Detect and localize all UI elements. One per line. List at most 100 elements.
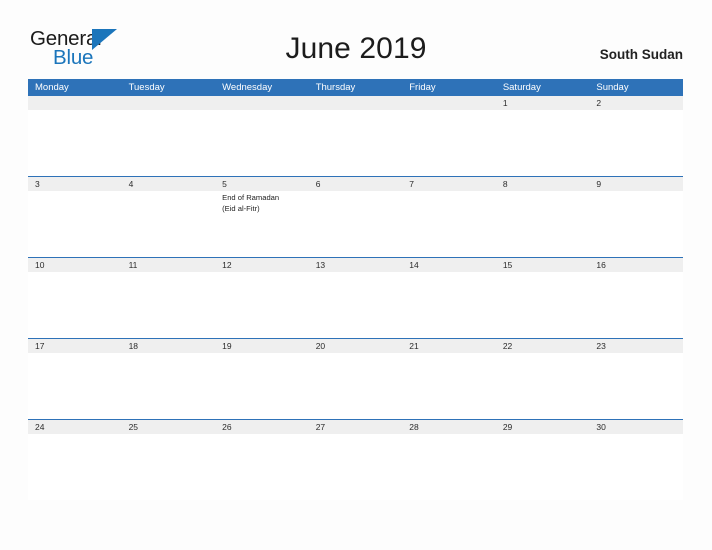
- day-number[interactable]: 1: [496, 96, 590, 110]
- day-number[interactable]: 12: [215, 258, 309, 272]
- week-date-band: 3456789: [28, 177, 683, 191]
- calendar-week-row: 24 25 26 27 28 29 30: [28, 419, 683, 500]
- day-cell[interactable]: [589, 272, 683, 338]
- day-event-text: End of Ramadan: [222, 193, 280, 202]
- day-number[interactable]: 4: [122, 177, 216, 191]
- week-body-row: [28, 353, 683, 419]
- week-body-row: [28, 272, 683, 338]
- day-cell[interactable]: [122, 191, 216, 257]
- day-cell: [309, 110, 403, 176]
- day-number[interactable]: 7: [402, 177, 496, 191]
- day-number[interactable]: 16: [589, 258, 683, 272]
- day-cell[interactable]: [309, 353, 403, 419]
- day-cell[interactable]: [496, 272, 590, 338]
- day-cell[interactable]: [28, 434, 122, 500]
- week-body-row: End of Ramadan (Eid al-Fitr): [28, 191, 683, 257]
- day-cell[interactable]: [215, 434, 309, 500]
- calendar-week-row: 10 11 12 13 14 15 16: [28, 257, 683, 338]
- day-cell[interactable]: [496, 110, 590, 176]
- calendar-page: General Blue June 2019 South Sudan Monda…: [0, 0, 712, 550]
- day-cell[interactable]: [402, 191, 496, 257]
- day-cell[interactable]: [309, 434, 403, 500]
- day-number[interactable]: 13: [309, 258, 403, 272]
- day-number[interactable]: 23: [589, 339, 683, 353]
- day-cell[interactable]: [28, 272, 122, 338]
- day-number[interactable]: 6: [309, 177, 403, 191]
- day-number[interactable]: 14: [402, 258, 496, 272]
- day-cell[interactable]: [309, 191, 403, 257]
- day-cell[interactable]: [122, 434, 216, 500]
- weekday-header-sunday: Sunday: [596, 82, 629, 93]
- day-cell[interactable]: [28, 353, 122, 419]
- day-cell[interactable]: [589, 191, 683, 257]
- day-number[interactable]: 22: [496, 339, 590, 353]
- day-cell[interactable]: [496, 434, 590, 500]
- day-number[interactable]: 15: [496, 258, 590, 272]
- day-cell[interactable]: [28, 191, 122, 257]
- day-cell[interactable]: [122, 272, 216, 338]
- day-cell[interactable]: [589, 353, 683, 419]
- day-number[interactable]: 29: [496, 420, 590, 434]
- weekday-header-monday: Monday: [35, 82, 69, 93]
- page-header: General Blue June 2019 South Sudan: [0, 0, 712, 78]
- day-number[interactable]: 2: [589, 96, 683, 110]
- day-number[interactable]: 28: [402, 420, 496, 434]
- day-number[interactable]: 11: [122, 258, 216, 272]
- day-number[interactable]: 24: [28, 420, 122, 434]
- week-date-band: 24 25 26 27 28 29 30: [28, 420, 683, 434]
- day-cell: [28, 110, 122, 176]
- day-number[interactable]: 17: [28, 339, 122, 353]
- day-number: [122, 96, 216, 110]
- day-cell: [122, 110, 216, 176]
- day-cell: [402, 110, 496, 176]
- weekday-header-tuesday: Tuesday: [128, 82, 165, 93]
- weekday-header-saturday: Saturday: [502, 82, 541, 93]
- day-number[interactable]: 8: [496, 177, 590, 191]
- weekday-header-row: Monday Tuesday Wednesday Thursday Friday…: [28, 79, 683, 96]
- day-cell[interactable]: [496, 191, 590, 257]
- weekday-header-thursday: Thursday: [315, 82, 356, 93]
- day-number: [28, 96, 122, 110]
- day-number: [402, 96, 496, 110]
- day-number[interactable]: 20: [309, 339, 403, 353]
- day-number[interactable]: 9: [589, 177, 683, 191]
- day-cell: [215, 110, 309, 176]
- region-label: South Sudan: [599, 47, 683, 62]
- weekday-header-wednesday: Wednesday: [222, 82, 273, 93]
- day-number[interactable]: 5: [215, 177, 309, 191]
- week-date-band: 12: [28, 96, 683, 110]
- day-cell[interactable]: [402, 434, 496, 500]
- calendar-week-row: 3 4 5 6 7 8 9 End of Ramadan (Eid al-Fitr): [28, 176, 683, 257]
- day-number[interactable]: 19: [215, 339, 309, 353]
- day-number[interactable]: 10: [28, 258, 122, 272]
- day-cell[interactable]: [496, 353, 590, 419]
- day-number: [215, 96, 309, 110]
- day-cell[interactable]: [402, 272, 496, 338]
- day-number[interactable]: 27: [309, 420, 403, 434]
- day-number[interactable]: 3: [28, 177, 122, 191]
- week-date-band: 17 18 19 20 21 22 23: [28, 339, 683, 353]
- day-cell[interactable]: [122, 353, 216, 419]
- day-event-text: (Eid al-Fitr): [222, 203, 260, 213]
- day-number[interactable]: 18: [122, 339, 216, 353]
- day-number[interactable]: 30: [589, 420, 683, 434]
- week-body-row: [28, 110, 683, 176]
- day-number: [309, 96, 403, 110]
- day-cell[interactable]: End of Ramadan (Eid al-Fitr): [215, 191, 309, 257]
- day-cell[interactable]: [589, 110, 683, 176]
- calendar-week-row: 17 18 19 20 21 22 23: [28, 338, 683, 419]
- week-date-band: 10 11 12 13 14 15 16: [28, 258, 683, 272]
- weekday-header-friday: Friday: [409, 82, 436, 93]
- day-cell[interactable]: [402, 353, 496, 419]
- day-cell[interactable]: [215, 353, 309, 419]
- day-cell[interactable]: [589, 434, 683, 500]
- calendar-weeks: 1 2 3 4 5 6 7 8 9 End of Ramadan (Eid al-Fitr) 10 11…: [28, 96, 683, 500]
- day-number[interactable]: 25: [122, 420, 216, 434]
- day-number[interactable]: 26: [215, 420, 309, 434]
- calendar-grid: Monday Tuesday Wednesday Thursday Friday…: [28, 79, 683, 500]
- calendar-week-row: 12: [28, 96, 683, 176]
- day-cell[interactable]: [215, 272, 309, 338]
- day-cell[interactable]: [309, 272, 403, 338]
- week-body-row: [28, 434, 683, 500]
- day-number[interactable]: 21: [402, 339, 496, 353]
